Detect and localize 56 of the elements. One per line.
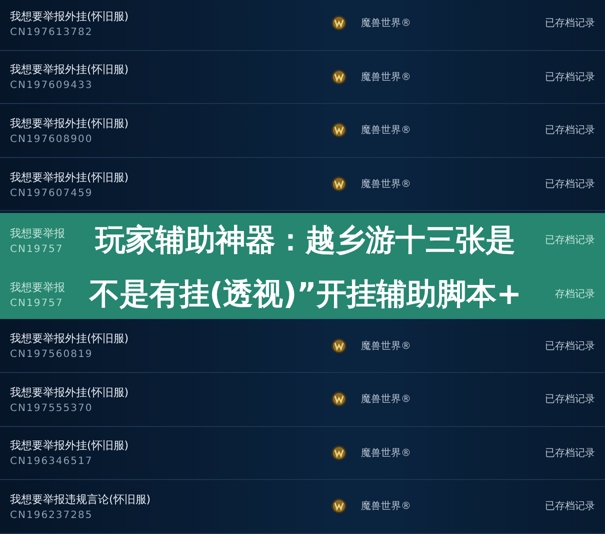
status-label: 存档记录 — [554, 288, 595, 302]
report-row[interactable]: 我想要举报外挂(怀旧服) CN197555370 魔兽世界® 已存档记录 — [0, 372, 605, 427]
report-title: 我想要举报外挂(怀旧服) — [10, 116, 130, 131]
caption-line: 玩家辅助神器：越乡游十三张是 — [94, 222, 516, 260]
report-title: 我想要举报外挂(怀旧服) — [10, 170, 130, 185]
report-row[interactable]: 我想要举报外挂(怀旧服) CN197609433 魔兽世界® 已存档记录 — [0, 50, 605, 104]
ticket-number: CN197607459 — [10, 188, 94, 199]
game-emblem-icon — [331, 122, 347, 138]
ticket-number: CN197560819 — [10, 349, 94, 360]
report-title: 我想要举报外挂(怀旧服) — [10, 438, 130, 454]
status-label: 已存档记录 — [544, 500, 595, 514]
game-emblem-icon — [331, 68, 347, 85]
status-label: 已存档记录 — [544, 124, 595, 138]
report-row[interactable]: 我想要举报外挂(怀旧服) CN197607459 魔兽世界® 已存档记录 — [0, 158, 605, 212]
game-name: 魔兽世界® — [360, 178, 412, 192]
report-row[interactable]: 我想要举报违规言论(怀旧服) CN196237285 魔兽世界® 已存档记录 — [0, 480, 605, 534]
status-label: 已存档记录 — [544, 446, 595, 460]
game-emblem-icon — [331, 338, 347, 354]
report-row[interactable]: 我想要举报外挂(怀旧服) CN197560819 魔兽世界® 已存档记录 — [0, 319, 605, 373]
report-title: 我想要举报 — [10, 280, 66, 295]
game-name: 魔兽世界® — [360, 392, 412, 406]
report-title: 我想要举报 — [10, 226, 66, 241]
game-emblem-icon — [331, 15, 347, 32]
status-label: 已存档记录 — [544, 178, 595, 192]
game-name: 魔兽世界® — [360, 500, 412, 514]
game-emblem-icon — [331, 498, 347, 514]
status-label: 已存档记录 — [544, 16, 595, 30]
ticket-number: CN197555370 — [10, 402, 94, 414]
game-emblem-icon — [331, 176, 347, 192]
report-title: 我想要举报外挂(怀旧服) — [10, 62, 130, 78]
report-row[interactable]: 我想要举报外挂(怀旧服) CN197608900 魔兽世界® 已存档记录 — [0, 104, 605, 158]
game-name: 魔兽世界® — [360, 16, 412, 30]
status-label: 已存档记录 — [544, 340, 595, 353]
report-title: 我想要举报外挂(怀旧服) — [10, 384, 130, 400]
status-label: 已存档记录 — [544, 70, 595, 84]
report-row[interactable]: 我想要举报外挂(怀旧服) CN196346517 魔兽世界® 已存档记录 — [0, 426, 605, 480]
ticket-number: CN197613782 — [10, 26, 94, 38]
game-emblem-icon — [331, 444, 347, 461]
ticket-number: CN196237285 — [10, 510, 94, 521]
ticket-number: CN197609433 — [10, 80, 94, 92]
game-name: 魔兽世界® — [360, 340, 412, 353]
status-label: 已存档记录 — [544, 392, 595, 406]
game-emblem-icon — [331, 391, 347, 408]
report-title: 我想要举报外挂(怀旧服) — [10, 8, 130, 24]
caption-line: 不是有挂(透视)”开挂辅助脚本+ — [88, 276, 523, 314]
ticket-number: CN19757 — [10, 244, 64, 255]
report-title: 我想要举报外挂(怀旧服) — [10, 331, 130, 346]
report-row[interactable]: 我想要举报外挂(怀旧服) CN197613782 魔兽世界® 已存档记录 — [0, 0, 605, 51]
status-label: 已存档记录 — [544, 234, 595, 248]
game-name: 魔兽世界® — [360, 124, 412, 138]
game-name: 魔兽世界® — [360, 70, 412, 84]
game-name: 魔兽世界® — [360, 446, 412, 460]
report-title: 我想要举报违规言论(怀旧服) — [10, 492, 152, 507]
ticket-number: CN19757 — [10, 298, 64, 309]
ticket-number: CN197608900 — [10, 134, 94, 145]
ticket-number: CN196346517 — [10, 456, 94, 468]
